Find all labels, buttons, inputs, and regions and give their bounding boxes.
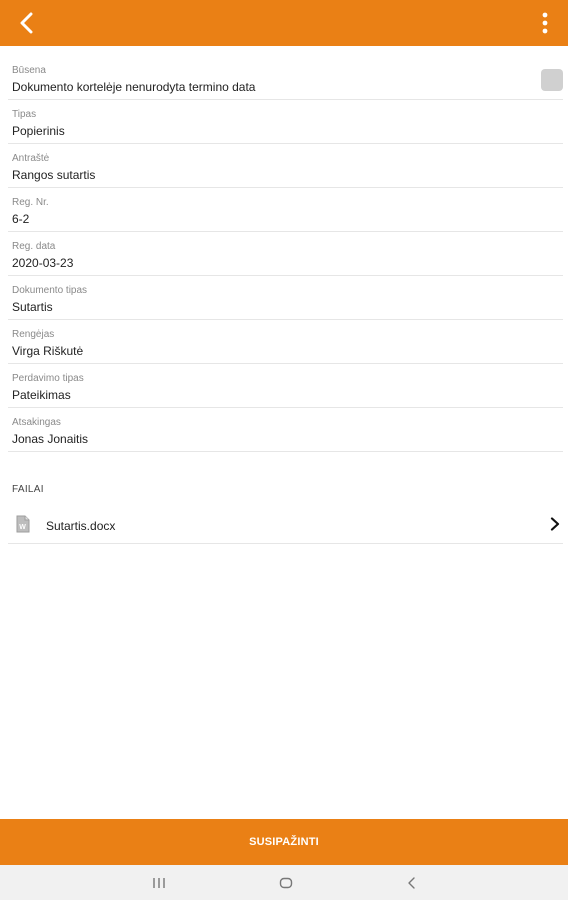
more-vertical-icon (542, 12, 548, 34)
app-bar (0, 0, 568, 46)
system-back-button[interactable] (402, 873, 422, 893)
recents-icon (153, 878, 165, 888)
back-button[interactable] (10, 6, 44, 40)
files-section-title: FAILAI (12, 484, 44, 495)
field-reg-date: Reg. data 2020-03-23 (8, 232, 563, 276)
back-icon (408, 877, 415, 889)
system-navigation-bar (0, 865, 568, 900)
field-value: Dokumento kortelėje nenurodyta termino d… (12, 80, 256, 94)
field-label: Reg. data (12, 241, 56, 252)
chevron-left-icon (20, 12, 33, 34)
file-name: Sutartis.docx (46, 519, 116, 533)
field-value: Jonas Jonaitis (12, 432, 89, 446)
overflow-menu-button[interactable] (528, 6, 562, 40)
field-value: Rangos sutartis (12, 168, 96, 182)
field-value: 6-2 (12, 212, 30, 226)
field-label: Rengėjas (12, 329, 55, 340)
field-label: Būsena (12, 65, 46, 76)
svg-text:W: W (19, 524, 26, 531)
field-responsible: Atsakingas Jonas Jonaitis (8, 408, 563, 452)
field-transfer-type: Perdavimo tipas Pateikimas (8, 364, 563, 408)
home-button[interactable] (276, 873, 296, 893)
field-label: Reg. Nr. (12, 197, 49, 208)
field-value: Pateikimas (12, 388, 71, 402)
document-details-screen: Būsena Dokumento kortelėje nenurodyta te… (0, 0, 568, 900)
field-label: Antraštė (12, 153, 50, 164)
field-status: Būsena Dokumento kortelėje nenurodyta te… (8, 56, 563, 100)
field-value: Virga Riškutė (12, 344, 84, 358)
recents-button[interactable] (149, 873, 169, 893)
field-title: Antraštė Rangos sutartis (8, 144, 563, 188)
acknowledge-button[interactable]: SUSIPAŽINTI (0, 819, 568, 865)
document-fields: Būsena Dokumento kortelėje nenurodyta te… (0, 56, 568, 452)
field-label: Dokumento tipas (12, 285, 88, 296)
chevron-right-icon (550, 517, 560, 531)
file-item[interactable]: W Sutartis.docx (8, 506, 563, 544)
status-checkbox[interactable] (541, 69, 563, 91)
field-type: Tipas Popierinis (8, 100, 563, 144)
field-reg-number: Reg. Nr. 6-2 (8, 188, 563, 232)
acknowledge-button-label: SUSIPAŽINTI (249, 836, 319, 848)
field-value: Popierinis (12, 124, 65, 138)
word-document-icon: W (16, 515, 30, 533)
field-label: Perdavimo tipas (12, 373, 84, 384)
home-icon (279, 877, 293, 889)
field-author: Rengėjas Virga Riškutė (8, 320, 563, 364)
field-value: 2020-03-23 (12, 256, 74, 270)
field-label: Tipas (12, 109, 37, 120)
field-label: Atsakingas (12, 417, 61, 428)
field-document-type: Dokumento tipas Sutartis (8, 276, 563, 320)
field-value: Sutartis (12, 300, 53, 314)
